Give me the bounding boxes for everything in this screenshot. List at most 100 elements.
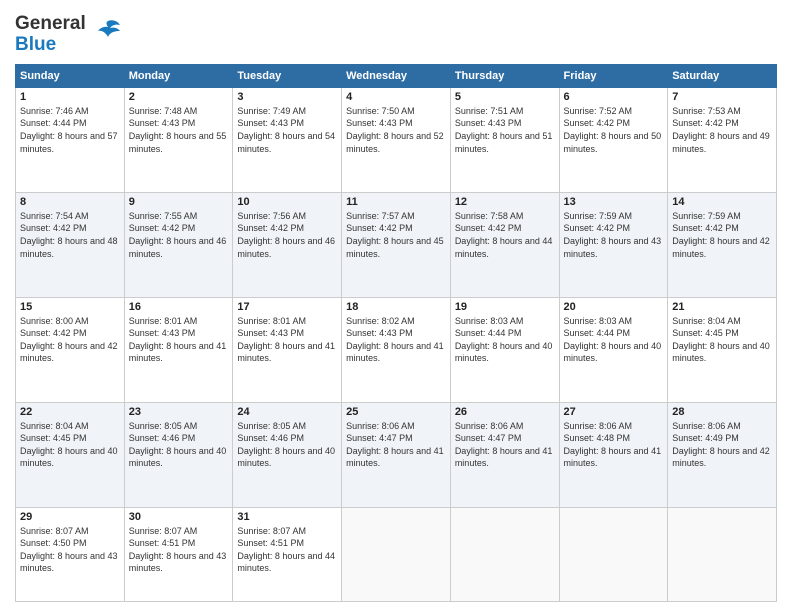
sunset-label: Sunset: 4:46 PM xyxy=(237,433,304,443)
day-number: 31 xyxy=(237,511,337,523)
day-info: Sunrise: 7:51 AM Sunset: 4:43 PM Dayligh… xyxy=(455,105,555,155)
day-info: Sunrise: 7:57 AM Sunset: 4:42 PM Dayligh… xyxy=(346,210,446,260)
daylight-label: Daylight: 8 hours and 42 minutes. xyxy=(20,341,118,364)
calendar-cell: 7 Sunrise: 7:53 AM Sunset: 4:42 PM Dayli… xyxy=(668,87,777,192)
calendar-cell: 29 Sunrise: 8:07 AM Sunset: 4:50 PM Dayl… xyxy=(16,507,125,601)
daylight-label: Daylight: 8 hours and 44 minutes. xyxy=(237,551,335,574)
day-info: Sunrise: 7:50 AM Sunset: 4:43 PM Dayligh… xyxy=(346,105,446,155)
calendar-cell: 15 Sunrise: 8:00 AM Sunset: 4:42 PM Dayl… xyxy=(16,297,125,402)
sunset-label: Sunset: 4:51 PM xyxy=(237,538,304,548)
day-info: Sunrise: 7:56 AM Sunset: 4:42 PM Dayligh… xyxy=(237,210,337,260)
sunset-label: Sunset: 4:42 PM xyxy=(455,223,522,233)
day-info: Sunrise: 8:03 AM Sunset: 4:44 PM Dayligh… xyxy=(564,315,664,365)
calendar-cell: 28 Sunrise: 8:06 AM Sunset: 4:49 PM Dayl… xyxy=(668,402,777,507)
day-info: Sunrise: 8:01 AM Sunset: 4:43 PM Dayligh… xyxy=(129,315,229,365)
day-number: 30 xyxy=(129,511,229,523)
day-number: 18 xyxy=(346,301,446,313)
sunrise-label: Sunrise: 8:05 AM xyxy=(129,421,198,431)
sunrise-label: Sunrise: 8:06 AM xyxy=(564,421,633,431)
sunset-label: Sunset: 4:47 PM xyxy=(346,433,413,443)
calendar-cell xyxy=(668,507,777,601)
calendar-cell: 13 Sunrise: 7:59 AM Sunset: 4:42 PM Dayl… xyxy=(559,192,668,297)
daylight-label: Daylight: 8 hours and 41 minutes. xyxy=(346,446,444,469)
sunrise-label: Sunrise: 8:06 AM xyxy=(672,421,741,431)
daylight-label: Daylight: 8 hours and 41 minutes. xyxy=(346,341,444,364)
sunset-label: Sunset: 4:49 PM xyxy=(672,433,739,443)
daylight-label: Daylight: 8 hours and 40 minutes. xyxy=(455,341,553,364)
day-info: Sunrise: 8:07 AM Sunset: 4:51 PM Dayligh… xyxy=(237,525,337,575)
daylight-label: Daylight: 8 hours and 40 minutes. xyxy=(564,341,662,364)
day-number: 7 xyxy=(672,91,772,103)
weekday-header-friday: Friday xyxy=(559,64,668,87)
calendar-cell: 4 Sunrise: 7:50 AM Sunset: 4:43 PM Dayli… xyxy=(342,87,451,192)
day-number: 2 xyxy=(129,91,229,103)
daylight-label: Daylight: 8 hours and 43 minutes. xyxy=(20,551,118,574)
day-info: Sunrise: 8:04 AM Sunset: 4:45 PM Dayligh… xyxy=(672,315,772,365)
daylight-label: Daylight: 8 hours and 45 minutes. xyxy=(346,236,444,259)
day-number: 1 xyxy=(20,91,120,103)
sunrise-label: Sunrise: 7:50 AM xyxy=(346,106,415,116)
sunrise-label: Sunrise: 8:03 AM xyxy=(564,316,633,326)
calendar-cell: 26 Sunrise: 8:06 AM Sunset: 4:47 PM Dayl… xyxy=(450,402,559,507)
daylight-label: Daylight: 8 hours and 46 minutes. xyxy=(237,236,335,259)
sunrise-label: Sunrise: 8:07 AM xyxy=(20,526,89,536)
logo-text-block: General Blue xyxy=(15,14,122,56)
daylight-label: Daylight: 8 hours and 40 minutes. xyxy=(20,446,118,469)
day-number: 19 xyxy=(455,301,555,313)
header: General Blue xyxy=(15,10,777,56)
calendar-cell: 6 Sunrise: 7:52 AM Sunset: 4:42 PM Dayli… xyxy=(559,87,668,192)
sunset-label: Sunset: 4:42 PM xyxy=(346,223,413,233)
calendar-table: SundayMondayTuesdayWednesdayThursdayFrid… xyxy=(15,64,777,602)
sunset-label: Sunset: 4:44 PM xyxy=(20,118,87,128)
daylight-label: Daylight: 8 hours and 57 minutes. xyxy=(20,131,118,154)
sunset-label: Sunset: 4:45 PM xyxy=(672,328,739,338)
day-info: Sunrise: 8:04 AM Sunset: 4:45 PM Dayligh… xyxy=(20,420,120,470)
day-number: 17 xyxy=(237,301,337,313)
calendar-cell xyxy=(450,507,559,601)
calendar-week-5: 29 Sunrise: 8:07 AM Sunset: 4:50 PM Dayl… xyxy=(16,507,777,601)
logo-general: General xyxy=(15,14,86,35)
daylight-label: Daylight: 8 hours and 48 minutes. xyxy=(20,236,118,259)
day-info: Sunrise: 8:06 AM Sunset: 4:47 PM Dayligh… xyxy=(455,420,555,470)
day-number: 22 xyxy=(20,406,120,418)
sunrise-label: Sunrise: 8:01 AM xyxy=(129,316,198,326)
calendar-cell: 23 Sunrise: 8:05 AM Sunset: 4:46 PM Dayl… xyxy=(124,402,233,507)
sunset-label: Sunset: 4:46 PM xyxy=(129,433,196,443)
calendar-cell: 12 Sunrise: 7:58 AM Sunset: 4:42 PM Dayl… xyxy=(450,192,559,297)
daylight-label: Daylight: 8 hours and 43 minutes. xyxy=(129,551,227,574)
day-info: Sunrise: 8:07 AM Sunset: 4:50 PM Dayligh… xyxy=(20,525,120,575)
sunset-label: Sunset: 4:42 PM xyxy=(20,328,87,338)
sunrise-label: Sunrise: 7:49 AM xyxy=(237,106,306,116)
day-info: Sunrise: 8:07 AM Sunset: 4:51 PM Dayligh… xyxy=(129,525,229,575)
sunset-label: Sunset: 4:42 PM xyxy=(672,223,739,233)
sunset-label: Sunset: 4:43 PM xyxy=(346,328,413,338)
day-info: Sunrise: 7:49 AM Sunset: 4:43 PM Dayligh… xyxy=(237,105,337,155)
daylight-label: Daylight: 8 hours and 52 minutes. xyxy=(346,131,444,154)
sunset-label: Sunset: 4:45 PM xyxy=(20,433,87,443)
sunrise-label: Sunrise: 7:54 AM xyxy=(20,211,89,221)
weekday-header-saturday: Saturday xyxy=(668,64,777,87)
calendar-cell: 31 Sunrise: 8:07 AM Sunset: 4:51 PM Dayl… xyxy=(233,507,342,601)
day-info: Sunrise: 8:06 AM Sunset: 4:47 PM Dayligh… xyxy=(346,420,446,470)
calendar-cell: 20 Sunrise: 8:03 AM Sunset: 4:44 PM Dayl… xyxy=(559,297,668,402)
day-number: 21 xyxy=(672,301,772,313)
daylight-label: Daylight: 8 hours and 40 minutes. xyxy=(672,341,770,364)
calendar-cell: 5 Sunrise: 7:51 AM Sunset: 4:43 PM Dayli… xyxy=(450,87,559,192)
sunrise-label: Sunrise: 7:59 AM xyxy=(672,211,741,221)
calendar-cell xyxy=(342,507,451,601)
sunset-label: Sunset: 4:42 PM xyxy=(237,223,304,233)
day-number: 14 xyxy=(672,196,772,208)
calendar-cell: 16 Sunrise: 8:01 AM Sunset: 4:43 PM Dayl… xyxy=(124,297,233,402)
calendar-week-4: 22 Sunrise: 8:04 AM Sunset: 4:45 PM Dayl… xyxy=(16,402,777,507)
sunrise-label: Sunrise: 7:57 AM xyxy=(346,211,415,221)
day-info: Sunrise: 7:55 AM Sunset: 4:42 PM Dayligh… xyxy=(129,210,229,260)
sunrise-label: Sunrise: 7:51 AM xyxy=(455,106,524,116)
day-number: 9 xyxy=(129,196,229,208)
sunrise-label: Sunrise: 7:53 AM xyxy=(672,106,741,116)
day-number: 12 xyxy=(455,196,555,208)
day-number: 11 xyxy=(346,196,446,208)
calendar-cell: 25 Sunrise: 8:06 AM Sunset: 4:47 PM Dayl… xyxy=(342,402,451,507)
day-number: 10 xyxy=(237,196,337,208)
day-number: 24 xyxy=(237,406,337,418)
calendar-cell: 10 Sunrise: 7:56 AM Sunset: 4:42 PM Dayl… xyxy=(233,192,342,297)
